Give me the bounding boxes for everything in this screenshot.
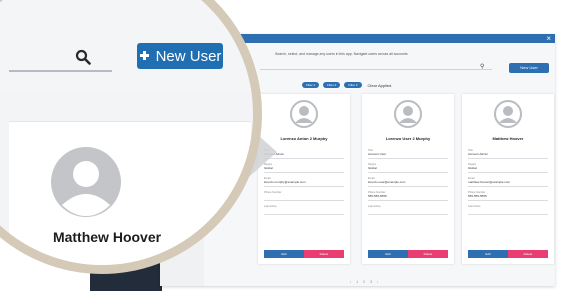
user-card-field: Region Global bbox=[368, 163, 448, 173]
user-card-field: Last Active bbox=[468, 205, 548, 215]
field-label: Last Active bbox=[368, 205, 381, 208]
marketing-illustration: × Search, select, and manage any users i… bbox=[0, 0, 561, 291]
user-card: Lorenzo User 2 Murphy Title Account User… bbox=[362, 94, 454, 264]
user-card-field: Phone Number bbox=[264, 191, 344, 201]
field-value: Account User bbox=[368, 152, 387, 156]
user-card-name: Matthew Hoover bbox=[492, 136, 524, 141]
field-value: matthew.hoover@example.com bbox=[468, 180, 511, 184]
avatar-placeholder-icon bbox=[394, 100, 422, 128]
field-value: 555-555-5555 bbox=[468, 194, 487, 198]
magnifier-lens: New User Matthew Hoover bbox=[0, 0, 262, 274]
user-card-field: Phone Number 555-555-5555 bbox=[468, 191, 548, 201]
user-card-field: Last Active bbox=[264, 205, 344, 215]
clear-filters-link[interactable]: Clear Applied bbox=[368, 83, 392, 88]
user-card-field: Region Global bbox=[468, 163, 548, 173]
delete-user-button[interactable]: Delete bbox=[304, 250, 344, 258]
page-link[interactable]: 2 bbox=[363, 280, 365, 284]
filter-chip[interactable]: Filter 1 bbox=[302, 82, 320, 88]
user-plus-icon bbox=[139, 51, 149, 60]
new-user-button-label: New User bbox=[155, 47, 222, 65]
field-label: Last Active bbox=[264, 205, 277, 208]
search-input[interactable] bbox=[260, 69, 492, 70]
featured-user-name: Matthew Hoover bbox=[52, 229, 162, 245]
new-user-button-label: New User bbox=[520, 65, 538, 70]
user-card-actions: Edit Delete bbox=[468, 250, 548, 258]
search-icon[interactable] bbox=[75, 49, 91, 65]
avatar-placeholder-icon bbox=[494, 100, 522, 128]
new-user-button[interactable]: New User bbox=[137, 43, 223, 69]
edit-user-button[interactable]: Edit bbox=[368, 250, 408, 258]
user-card-actions: Edit Delete bbox=[368, 250, 448, 258]
user-card-field: Title Account User bbox=[368, 149, 448, 159]
user-card-field: Email lorenzo.user@example.com bbox=[368, 177, 448, 187]
search-icon[interactable]: ⚲ bbox=[480, 63, 484, 70]
page-link[interactable]: 1 bbox=[356, 280, 358, 284]
edit-user-button[interactable]: Edit bbox=[468, 250, 508, 258]
page-next[interactable]: › bbox=[377, 280, 378, 284]
user-card-actions: Edit Delete bbox=[264, 250, 344, 258]
user-card-grid: Lorenzo Anton 2 Murphy Title Account Adm… bbox=[258, 94, 558, 264]
field-value: 555-555-5555 bbox=[368, 194, 387, 198]
avatar-placeholder-icon bbox=[290, 100, 318, 128]
avatar-placeholder-icon bbox=[51, 147, 121, 217]
user-card-field: Title Account Admin bbox=[468, 149, 548, 159]
featured-user-card bbox=[9, 121, 251, 265]
user-card-field: Last Active bbox=[368, 205, 448, 215]
delete-user-button[interactable]: Delete bbox=[408, 250, 448, 258]
filter-chip[interactable]: Filter 3 bbox=[344, 82, 362, 88]
filter-chip[interactable]: Filter 2 bbox=[323, 82, 341, 88]
search-hint-text: Search, select, and manage any users in … bbox=[275, 52, 408, 56]
new-user-button[interactable]: New User bbox=[509, 63, 549, 73]
pagination: ‹ 1 2 3 › bbox=[350, 280, 378, 284]
page-prev[interactable]: ‹ bbox=[350, 280, 351, 284]
close-icon[interactable]: × bbox=[546, 34, 551, 43]
user-card-name: Lorenzo User 2 Murphy bbox=[385, 136, 431, 141]
field-value: lorenzo.user@example.com bbox=[368, 180, 406, 184]
field-value: Account Admin bbox=[468, 152, 489, 156]
field-value: Global bbox=[468, 166, 477, 170]
page-link[interactable]: 3 bbox=[370, 280, 372, 284]
edit-user-button[interactable]: Edit bbox=[264, 250, 304, 258]
user-card-field: Phone Number 555-555-5555 bbox=[368, 191, 448, 201]
delete-user-button[interactable]: Delete bbox=[508, 250, 548, 258]
search-input[interactable] bbox=[9, 70, 112, 72]
filter-bar: Filter 1 Filter 2 Filter 3 Clear Applied bbox=[302, 82, 391, 88]
user-card-field: Email matthew.hoover@example.com bbox=[468, 177, 548, 187]
user-card: Matthew Hoover Title Account Admin Regio… bbox=[462, 94, 554, 264]
field-label: Last Active bbox=[468, 205, 481, 208]
field-value: Global bbox=[368, 166, 377, 170]
